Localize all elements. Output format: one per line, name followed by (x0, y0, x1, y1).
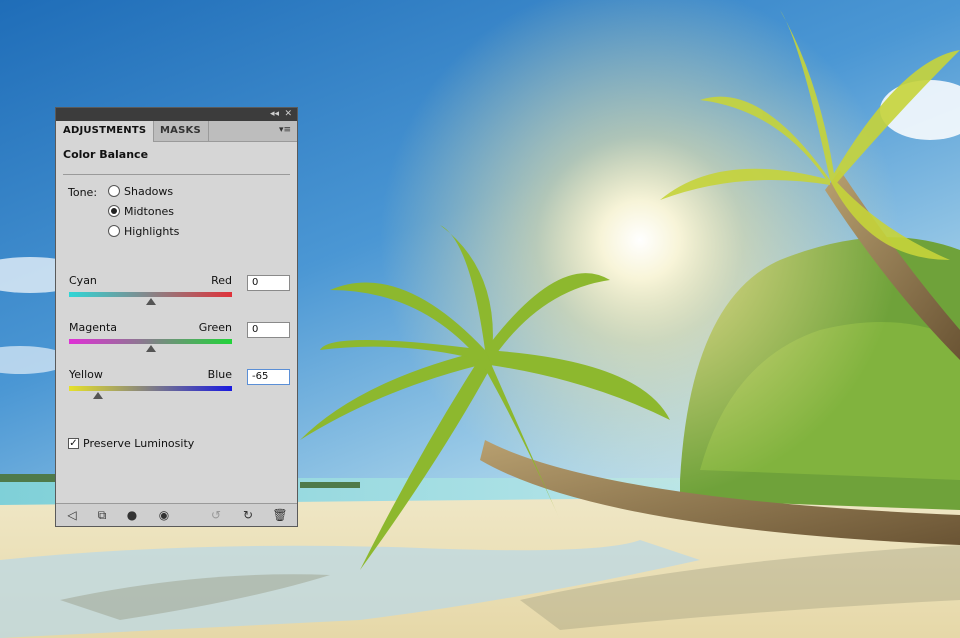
radio-shadows[interactable]: Shadows (108, 183, 173, 199)
magenta-label: Magenta (69, 321, 118, 334)
radio-midtones[interactable]: Midtones (108, 203, 174, 219)
magenta-green-value-input[interactable]: 0 (247, 322, 290, 338)
cyan-red-track[interactable] (69, 292, 232, 297)
close-panel-icon[interactable]: ✕ (284, 108, 292, 121)
visibility-eye-icon[interactable]: ◉ (156, 507, 172, 523)
red-label: Red (211, 274, 232, 287)
yellow-blue-thumb[interactable] (92, 392, 103, 399)
cyan-label: Cyan (69, 274, 97, 287)
radio-highlights[interactable]: Highlights (108, 223, 179, 239)
radio-midtones-label: Midtones (124, 204, 175, 218)
panel-title: Color Balance (63, 148, 149, 161)
magenta-green-thumb[interactable] (145, 345, 156, 352)
checkmark-icon[interactable]: ✓ (68, 438, 79, 449)
clip-to-layer-icon[interactable]: ⧉ (94, 507, 110, 523)
green-label: Green (198, 321, 232, 334)
yellow-label: Yellow (69, 368, 103, 381)
back-arrow-icon[interactable]: ◁ (64, 507, 80, 523)
radio-highlights-indicator[interactable] (108, 225, 120, 237)
panel-tabs: ADJUSTMENTS MASKS ▾≡ (56, 121, 297, 142)
tab-adjustments[interactable]: ADJUSTMENTS (56, 121, 155, 142)
panel-menu-icon[interactable]: ▾≡ (279, 125, 291, 135)
collapse-panel-icon[interactable]: ◂◂ (270, 108, 279, 121)
cyan-red-thumb[interactable] (145, 298, 156, 305)
reset-icon[interactable]: ↻ (240, 507, 256, 523)
radio-midtones-indicator[interactable] (108, 205, 120, 217)
tab-masks[interactable]: MASKS (153, 121, 209, 141)
cyan-red-value-input[interactable]: 0 (247, 275, 290, 291)
preserve-luminosity-checkbox[interactable]: ✓ Preserve Luminosity (68, 437, 194, 450)
blue-label: Blue (207, 368, 232, 381)
adjustments-panel: ◂◂ ✕ ADJUSTMENTS MASKS ▾≡ Color Balance … (55, 107, 298, 527)
layer-mask-icon[interactable]: ● (124, 507, 140, 523)
magenta-green-track[interactable] (69, 339, 232, 344)
divider (63, 174, 290, 175)
radio-highlights-label: Highlights (124, 224, 180, 238)
yellow-blue-track[interactable] (69, 386, 232, 391)
radio-shadows-indicator[interactable] (108, 185, 120, 197)
previous-state-icon[interactable]: ↺ (208, 507, 224, 523)
trash-icon[interactable]: 🗑 (272, 507, 288, 523)
tone-label: Tone: (68, 186, 98, 199)
preserve-luminosity-label: Preserve Luminosity (83, 437, 195, 450)
panel-bottom-toolbar: ◁ ⧉ ● ◉ ↺ ↻ 🗑 (56, 503, 297, 526)
radio-shadows-label: Shadows (124, 184, 174, 198)
yellow-blue-value-input[interactable]: -65 (247, 369, 290, 385)
panel-titlebar[interactable]: ◂◂ ✕ (56, 108, 297, 121)
